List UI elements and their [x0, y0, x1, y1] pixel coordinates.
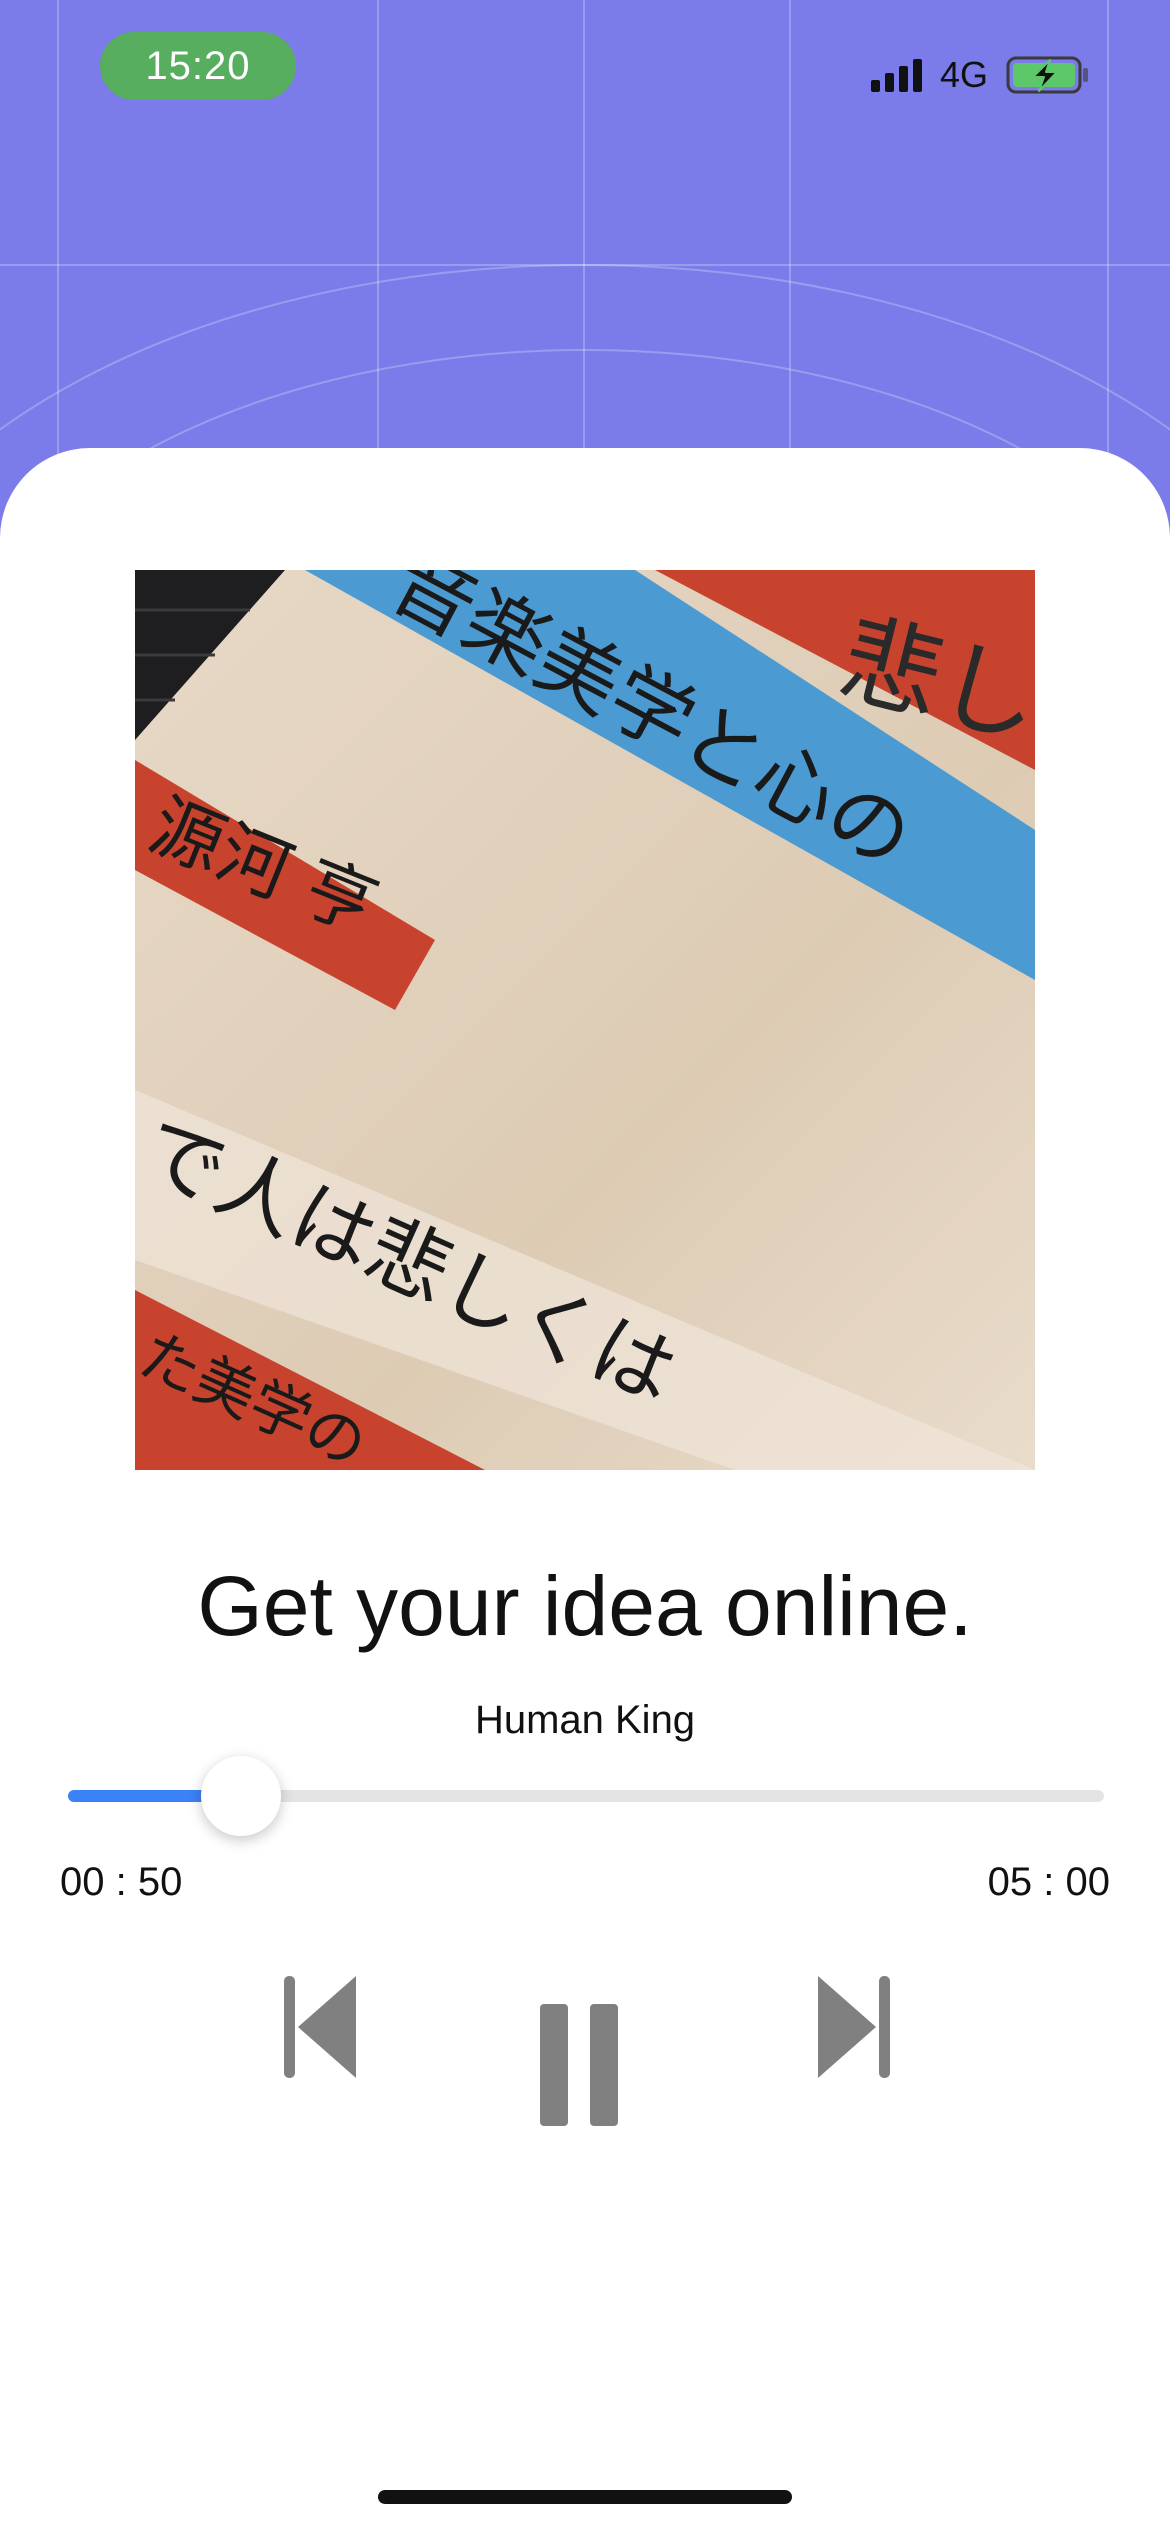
- skip-previous-icon[interactable]: [282, 1974, 358, 2080]
- status-indicators: 4G: [870, 50, 1090, 100]
- network-type: 4G: [939, 54, 988, 95]
- elapsed-time: 00 : 50: [60, 1860, 183, 1904]
- cellular-signal-icon: [870, 58, 922, 92]
- status-time: 15:20: [100, 32, 296, 100]
- battery-charging-icon: [1006, 56, 1088, 94]
- artist-name: Human King: [474, 1698, 696, 1742]
- progress-thumb[interactable]: [200, 1756, 281, 1836]
- pause-icon[interactable]: [538, 2002, 620, 2128]
- album-cover: 悲しい 音楽美学と心の 源河 亨 で人は悲しくは た美学の: [135, 570, 1035, 1470]
- home-indicator[interactable]: [378, 2490, 792, 2504]
- status-bar: 15:20 4G: [0, 0, 1170, 140]
- song-title: Get your idea online.: [197, 1559, 973, 1653]
- skip-next-icon[interactable]: [816, 1974, 892, 2080]
- total-duration: 05 : 00: [987, 1860, 1110, 1904]
